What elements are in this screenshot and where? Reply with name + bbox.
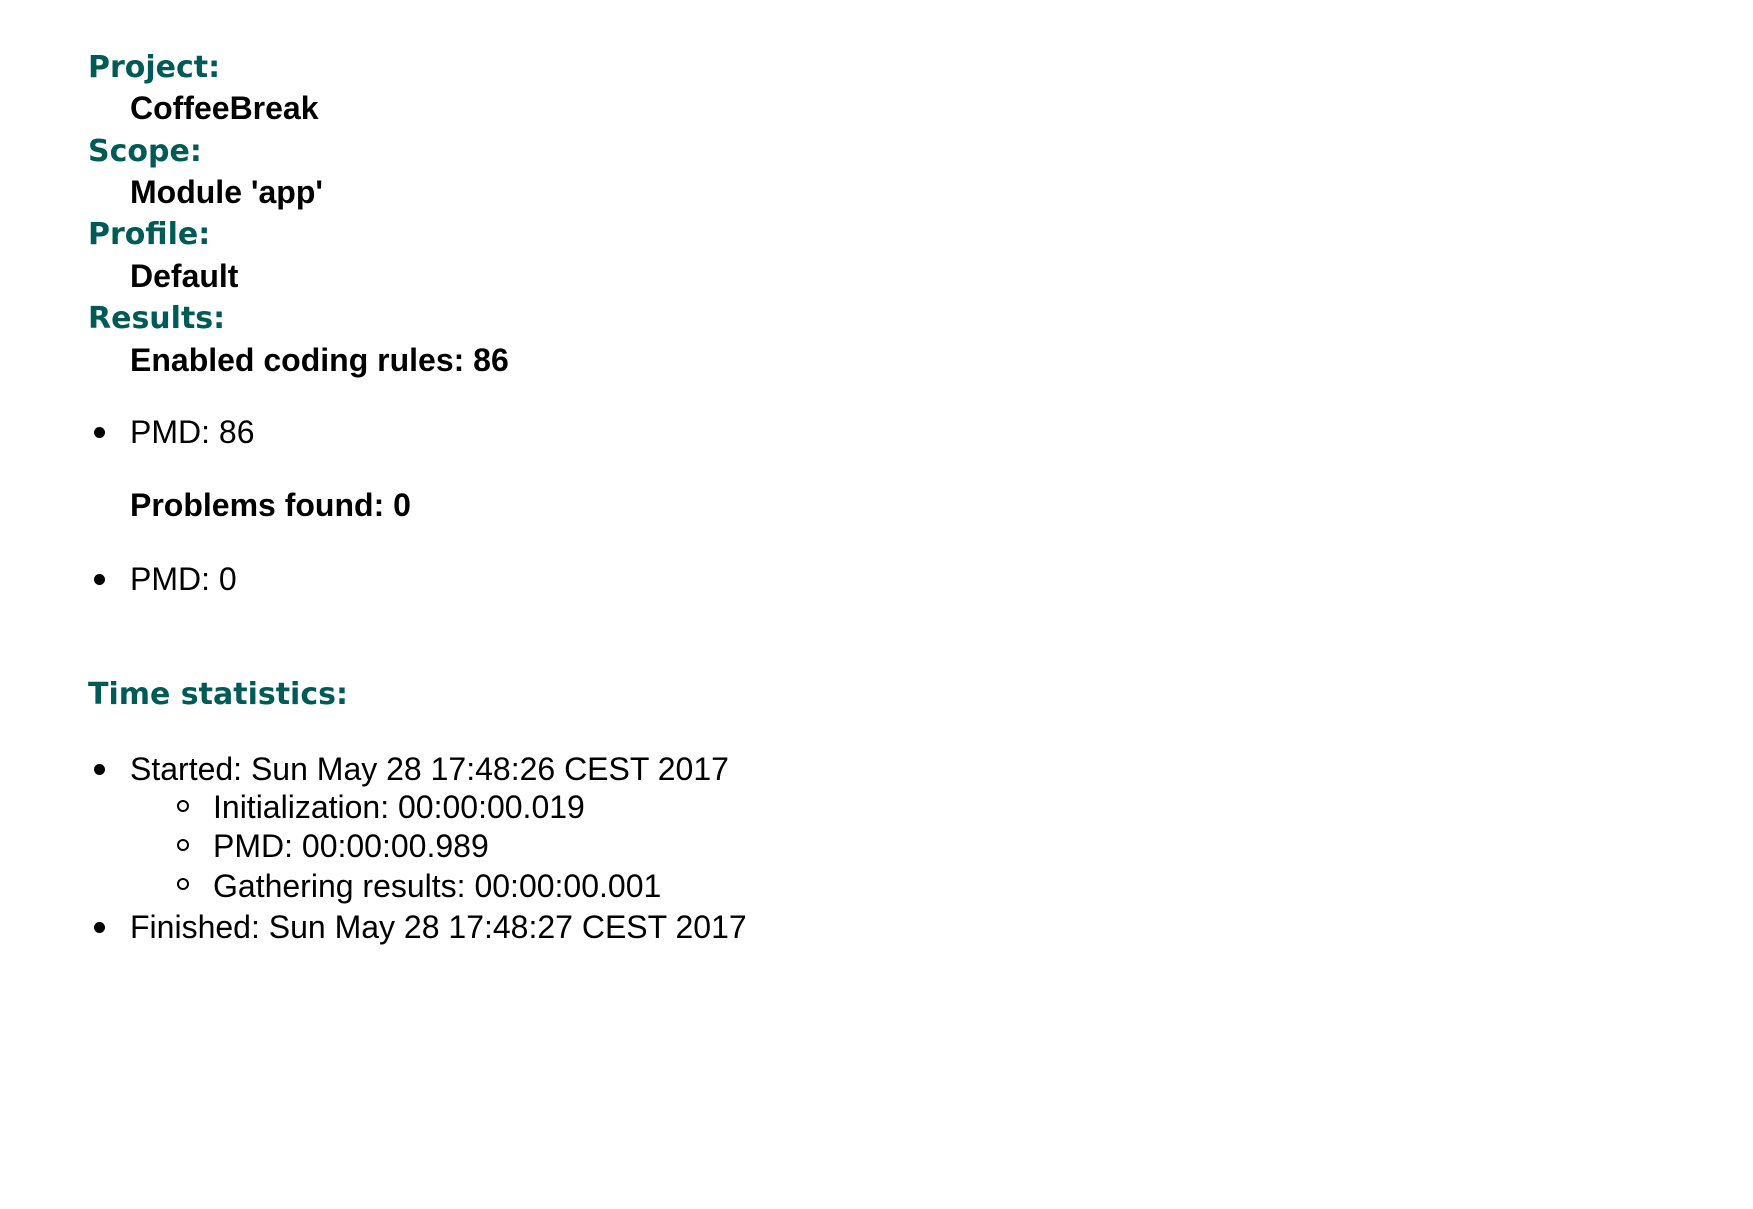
- started-item: Started: Sun May 28 17:48:26 CEST 2017: [130, 751, 729, 787]
- phase-item: Initialization: 00:00:00.019: [213, 789, 585, 825]
- time-statistics-heading: Time statistics:: [88, 677, 348, 712]
- bullet-icon: [94, 574, 105, 585]
- enabled-rules: Enabled coding rules: 86: [130, 342, 509, 378]
- profile-heading: Profile:: [88, 217, 211, 252]
- list-item: PMD: 0: [130, 561, 237, 597]
- finished-item: Finished: Sun May 28 17:48:27 CEST 2017: [130, 909, 747, 945]
- project-value: CoffeeBreak: [130, 90, 319, 126]
- scope-heading: Scope:: [88, 134, 202, 169]
- list-item: PMD: 86: [130, 414, 255, 450]
- profile-value: Default: [130, 258, 239, 294]
- circle-bullet-icon: [177, 839, 189, 851]
- bullet-icon: [94, 922, 105, 933]
- problems-found: Problems found: 0: [130, 487, 411, 523]
- phase-item: PMD: 00:00:00.989: [213, 828, 489, 864]
- bullet-icon: [94, 764, 105, 775]
- results-heading: Results:: [88, 301, 226, 336]
- project-heading: Project:: [88, 50, 221, 85]
- scope-value: Module 'app': [130, 174, 323, 210]
- bullet-icon: [94, 427, 105, 438]
- phase-item: Gathering results: 00:00:00.001: [213, 868, 662, 904]
- circle-bullet-icon: [177, 878, 189, 890]
- circle-bullet-icon: [177, 800, 189, 812]
